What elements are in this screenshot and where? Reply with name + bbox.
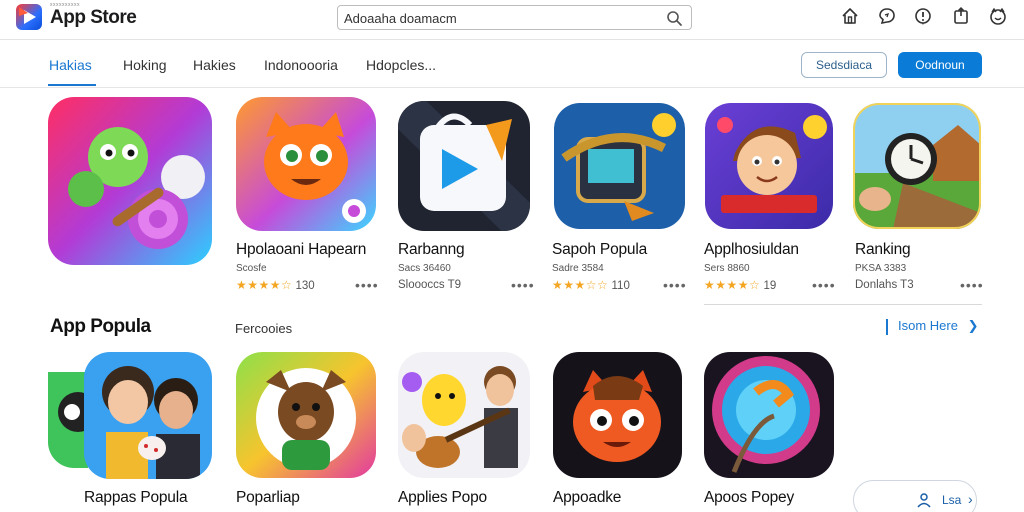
bracket-icon xyxy=(886,318,888,335)
tab-4[interactable]: Hdopcles... xyxy=(366,57,436,73)
red-monster-icon[interactable] xyxy=(553,352,682,478)
users-icon xyxy=(917,493,931,508)
home-icon[interactable] xyxy=(840,6,860,26)
see-more-link[interactable]: Isom Here ❯ xyxy=(886,318,979,335)
app-category: Scosfe xyxy=(236,263,267,274)
info-icon[interactable] xyxy=(913,6,933,26)
app-name[interactable]: Apoos Popey xyxy=(704,489,794,507)
tab-2[interactable]: Hakies xyxy=(193,57,236,73)
app-category: Sacs 36460 xyxy=(398,263,451,274)
tab-1[interactable]: Hoking xyxy=(123,57,167,73)
pill-label: Lsa xyxy=(942,493,962,507)
primary-button[interactable]: Oodnoun xyxy=(898,52,982,78)
chevron-right-icon: › xyxy=(968,491,973,507)
play-video-icon[interactable] xyxy=(398,101,530,231)
app-name[interactable]: Rarbanng xyxy=(398,241,465,259)
app-store-page: xxxxxxxxxx App Store Hakias Hoking Hak xyxy=(0,0,1024,512)
more-options-icon[interactable]: •••• xyxy=(960,277,984,293)
more-options-icon[interactable]: •••• xyxy=(511,277,535,293)
smile-icon[interactable] xyxy=(988,6,1008,26)
app-name[interactable]: Ranking xyxy=(855,241,911,259)
app-category: Sers 8860 xyxy=(704,263,750,274)
app-name[interactable]: Rappas Popula xyxy=(84,489,188,507)
brown-bear-icon[interactable] xyxy=(236,352,376,478)
app-name[interactable]: Sapoh Popula xyxy=(552,241,647,259)
search-icon[interactable] xyxy=(666,10,683,27)
share-icon[interactable] xyxy=(951,6,971,26)
robot-device-icon[interactable] xyxy=(554,103,685,229)
app-title: App Store xyxy=(50,7,137,28)
dragon-candy-game-icon[interactable] xyxy=(48,97,212,265)
section-title: App Popula xyxy=(50,316,151,337)
app-category: Sadre 3584 xyxy=(552,263,604,274)
orange-fox-icon[interactable] xyxy=(236,97,376,231)
rating-count: 19 xyxy=(763,280,777,292)
section-subtitle[interactable]: Fercooies xyxy=(235,321,292,336)
app-name[interactable]: Hpolaoani Hapearn xyxy=(236,241,366,259)
more-options-icon[interactable]: •••• xyxy=(355,277,379,293)
row-divider xyxy=(704,304,982,305)
see-more-label: Isom Here xyxy=(898,318,958,333)
app-rating: Donlahs T3 xyxy=(855,279,914,291)
search-input[interactable] xyxy=(344,9,654,27)
rating-stars: ★★★☆☆ xyxy=(552,278,609,292)
app-category: PKSA 3383 xyxy=(855,263,907,274)
blue-portal-icon[interactable] xyxy=(704,352,834,478)
app-rating: ★★★☆☆ 110 xyxy=(552,278,630,292)
more-options-icon[interactable]: •••• xyxy=(663,277,687,293)
app-rating: ★★★★☆ 130 xyxy=(236,278,315,292)
floating-pill-button[interactable]: Lsa › xyxy=(853,480,977,512)
app-name[interactable]: Applhosiuldan xyxy=(704,241,799,259)
app-name[interactable]: Applies Popo xyxy=(398,489,487,507)
tab-3[interactable]: Indonoooria xyxy=(264,57,338,73)
top-bar: xxxxxxxxxx App Store xyxy=(0,0,1024,40)
partial-app-icon[interactable] xyxy=(48,372,88,468)
cartoon-boy-icon[interactable] xyxy=(705,103,833,229)
app-store-logo-icon[interactable] xyxy=(16,4,42,30)
guitar-friends-icon[interactable] xyxy=(398,352,530,478)
rating-count: 110 xyxy=(611,280,630,292)
app-rating: ★★★★☆ 19 xyxy=(704,278,776,292)
tab-0[interactable]: Hakias xyxy=(49,57,92,73)
category-nav: Hakias Hoking Hakies Indonoooria Hdopcle… xyxy=(0,40,1024,88)
rating-stars: ★★★★☆ xyxy=(236,278,293,292)
clock-farm-icon[interactable] xyxy=(853,103,981,229)
chat-icon[interactable] xyxy=(877,6,897,26)
rating-count: Sloooccs T9 xyxy=(398,279,462,291)
rating-count: Donlahs T3 xyxy=(855,279,914,291)
rating-count: 130 xyxy=(295,280,315,292)
chevron-right-icon: ❯ xyxy=(967,318,979,333)
search-box[interactable] xyxy=(337,5,692,30)
app-name[interactable]: Poparliap xyxy=(236,489,300,507)
rating-stars: ★★★★☆ xyxy=(704,278,761,292)
app-rating: Sloooccs T9 xyxy=(398,279,461,291)
more-options-icon[interactable]: •••• xyxy=(812,277,836,293)
app-name[interactable]: Appoadke xyxy=(553,489,621,507)
active-tab-indicator xyxy=(48,84,96,86)
family-selfie-icon[interactable] xyxy=(84,352,212,479)
secondary-button[interactable]: Sedsdiaca xyxy=(801,52,887,78)
